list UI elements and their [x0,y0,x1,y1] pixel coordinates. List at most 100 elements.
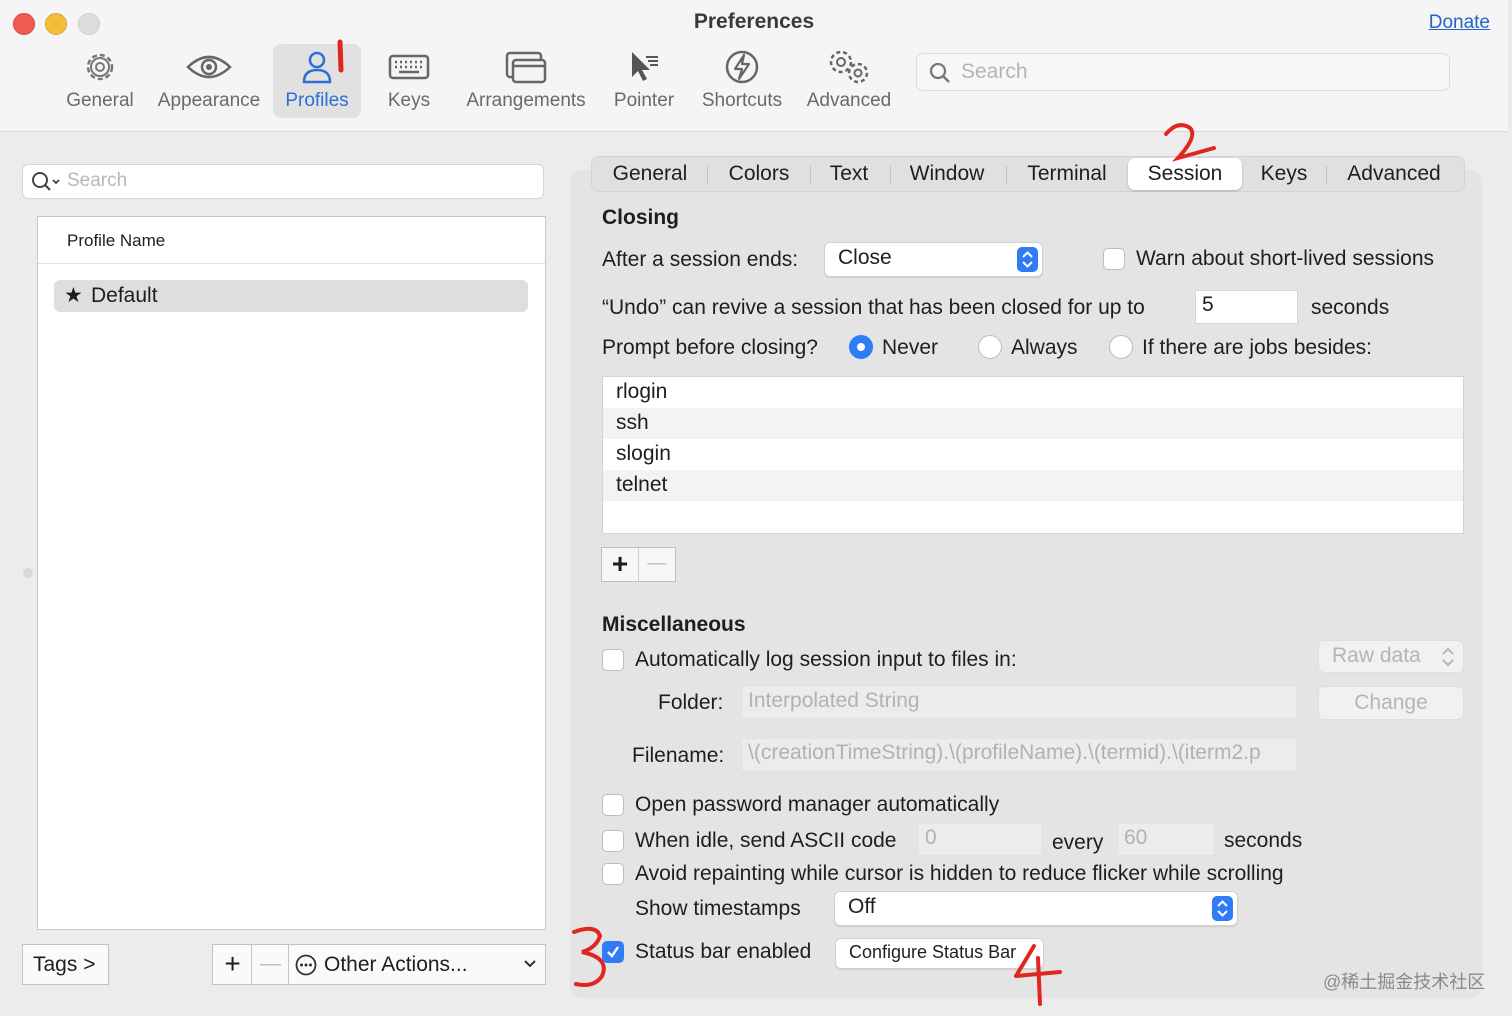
toolbar-label: General [66,90,134,111]
after-session-select[interactable]: Close [824,242,1043,277]
idle-ascii-checkbox[interactable] [602,830,624,852]
after-session-label: After a session ends: [602,248,799,271]
radio-jobs-besides[interactable] [1109,335,1133,359]
open-password-checkbox[interactable] [602,794,624,816]
radio-always[interactable] [978,335,1002,359]
tab-divider [810,166,811,184]
open-password-label: Open password manager automatically [635,793,1000,816]
tab-divider [707,166,708,184]
ellipsis-circle-icon [295,954,317,976]
configure-status-bar-label: Configure Status Bar [849,942,1017,962]
undo-label: “Undo” can revive a session that has bee… [602,296,1145,319]
toolbar-appearance[interactable]: Appearance [152,44,266,118]
tab-window[interactable]: Window [896,157,998,191]
tags-button[interactable]: Tags > [22,944,109,985]
list-item[interactable]: telnet [603,470,1463,501]
toolbar: Preferences Donate General Appearance Pr… [0,0,1508,132]
profile-search-input[interactable]: Search [22,164,544,199]
tab-text[interactable]: Text [816,157,882,191]
idle-code-input[interactable]: 0 [918,823,1042,856]
toolbar-keys[interactable]: Keys [378,44,440,118]
gear-icon [60,44,140,90]
profile-tabs: General Colors Text Window Terminal Sess… [591,156,1465,192]
idle-seconds-value: 60 [1124,826,1148,849]
jobs-add-remove: + — [601,547,676,582]
checkmark-icon [607,946,619,958]
remove-job-button[interactable]: — [639,548,675,581]
profile-row-default[interactable]: ★ Default [54,280,528,312]
toolbar-label: Pointer [613,90,675,111]
list-item[interactable]: ssh [603,408,1463,439]
add-job-button[interactable]: + [602,548,638,581]
prompt-label: Prompt before closing? [602,336,818,359]
filename-input[interactable]: \(creationTimeString).\(profileName).\(t… [741,738,1297,772]
timestamps-value: Off [848,895,876,918]
list-item[interactable]: rlogin [603,377,1463,408]
toolbar-label: Shortcuts [701,90,783,111]
window-stack-icon [462,44,590,90]
window-title: Preferences [693,10,815,33]
toolbar-label: Keys [387,90,431,111]
profile-list-header[interactable]: Profile Name [38,217,545,264]
folder-input[interactable]: Interpolated String [741,686,1297,719]
watermark: @稀土掘金技术社区 [1323,972,1486,992]
show-timestamps-select[interactable]: Off [834,891,1238,926]
toolbar-arrangements[interactable]: Arrangements [462,44,590,118]
avoid-repaint-checkbox[interactable] [602,863,624,885]
job-name: rlogin [616,380,668,403]
toolbar-label: Advanced [806,90,892,111]
tags-label: Tags > [33,953,96,976]
toolbar-label: Profiles [285,90,349,111]
configure-status-bar-button[interactable]: Configure Status Bar [835,938,1044,969]
filename-label: Filename: [632,744,725,767]
toolbar-general[interactable]: General [60,44,140,118]
tab-colors[interactable]: Colors [714,157,804,191]
add-profile-button[interactable]: + [212,944,253,985]
auto-log-checkbox[interactable] [602,649,624,671]
idle-seconds-input[interactable]: 60 [1117,823,1215,856]
star-icon: ★ [64,284,83,307]
updown-chevron-icon [1442,647,1454,667]
tab-advanced[interactable]: Advanced [1332,157,1456,191]
other-actions-button[interactable]: Other Actions... [288,944,546,985]
idle-code-value: 0 [925,826,937,849]
radio-jobs-label: If there are jobs besides: [1142,336,1372,359]
toolbar-pointer[interactable]: Pointer [608,44,680,118]
idle-ascii-label: When idle, send ASCII code [635,829,897,852]
tab-terminal[interactable]: Terminal [1012,157,1122,191]
undo-seconds-input[interactable]: 5 [1195,290,1298,324]
toolbar-shortcuts[interactable]: Shortcuts [696,44,788,118]
search-icon [929,62,950,83]
job-name: ssh [616,411,649,434]
radio-never[interactable] [849,335,873,359]
radio-dot [857,343,865,351]
split-handle[interactable] [23,568,33,578]
undo-seconds-label: seconds [1311,296,1390,319]
folder-placeholder: Interpolated String [748,689,920,712]
donate-link[interactable]: Donate [1429,12,1490,34]
change-folder-button[interactable]: Change [1318,686,1464,720]
toolbar-label: Appearance [157,90,261,111]
remove-profile-button[interactable]: — [251,944,290,985]
list-item[interactable]: slogin [603,439,1463,470]
other-actions-label: Other Actions... [324,953,468,976]
tab-session[interactable]: Session [1128,158,1242,190]
lightning-icon [696,44,788,90]
search-placeholder: Search [961,60,1028,83]
idle-every-label: every [1052,831,1104,854]
profile-name: Default [91,284,158,307]
show-timestamps-label: Show timestamps [635,897,801,920]
toolbar-profiles[interactable]: Profiles [273,44,361,118]
closing-heading: Closing [602,206,679,229]
search-placeholder: Search [67,170,128,191]
warn-short-lived-checkbox[interactable] [1103,248,1125,270]
status-bar-checkbox[interactable] [602,941,624,963]
preferences-search[interactable]: Search [916,53,1450,91]
tab-keys[interactable]: Keys [1248,157,1320,191]
toolbar-advanced[interactable]: Advanced [802,44,896,118]
avoid-repaint-label: Avoid repainting while cursor is hidden … [635,862,1284,885]
tab-divider [890,166,891,184]
preferences-window: Preferences Donate General Appearance Pr… [0,0,1508,1016]
tab-general[interactable]: General [600,157,700,191]
raw-data-select[interactable]: Raw data [1318,640,1464,673]
